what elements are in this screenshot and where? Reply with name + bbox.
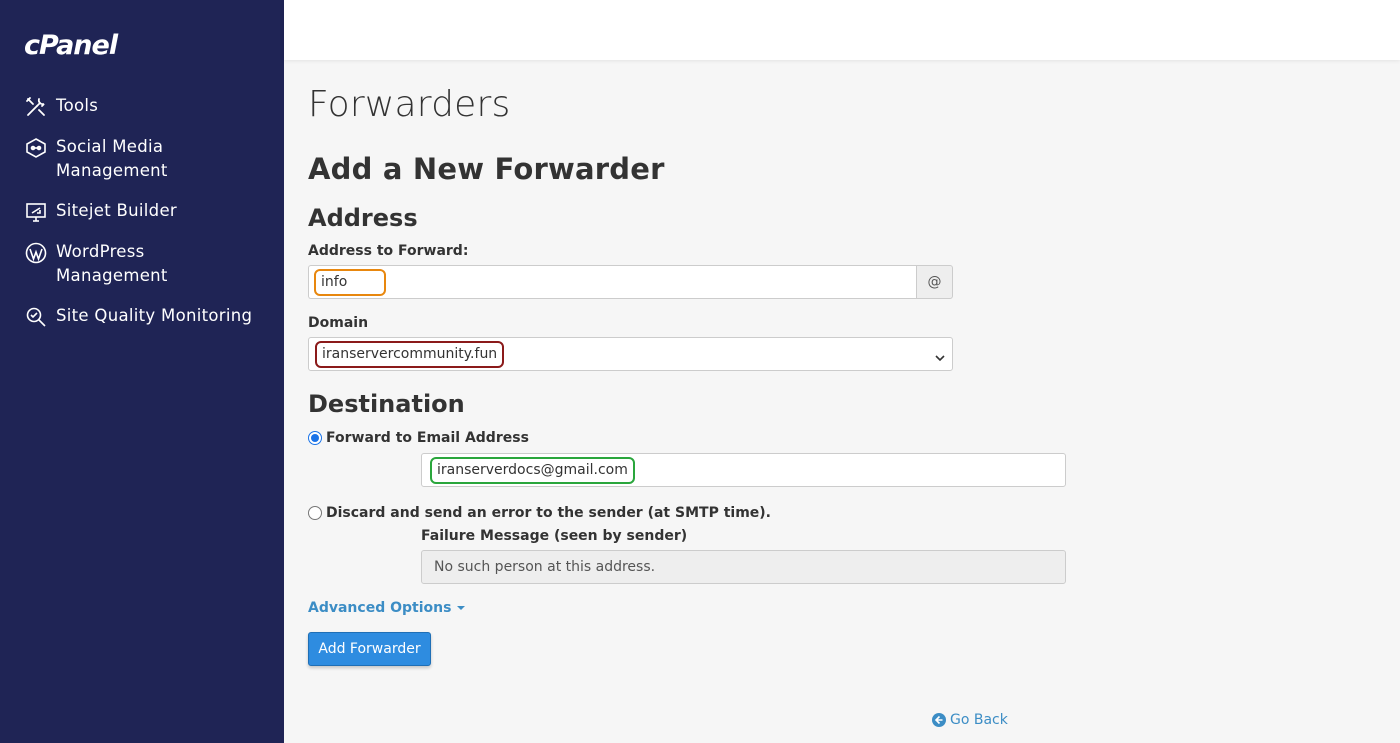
sidebar-item-wordpress[interactable]: WordPress Management xyxy=(0,240,284,288)
address-label: Address to Forward: xyxy=(308,243,469,259)
chevron-down-icon xyxy=(934,349,946,362)
page-title: Forwarders xyxy=(308,84,511,125)
address-input[interactable]: info xyxy=(308,265,916,299)
sidebar-item-sitejet[interactable]: Sitejet Builder xyxy=(0,199,284,224)
top-bar xyxy=(284,0,1400,60)
address-value: info xyxy=(314,269,386,296)
sidebar-item-label: Tools xyxy=(56,96,99,115)
forward-label[interactable]: Forward to Email Address xyxy=(326,430,529,446)
sidebar-nav: Tools Social Media Management Sitejet Bui… xyxy=(0,94,284,345)
sidebar-item-tools[interactable]: Tools xyxy=(0,94,284,119)
sidebar-item-site-quality[interactable]: Site Quality Monitoring xyxy=(0,304,284,329)
address-heading: Address xyxy=(308,204,418,232)
forward-email-value: iranserverdocs@gmail.com xyxy=(430,457,635,484)
forward-email-input[interactable]: iranserverdocs@gmail.com xyxy=(421,453,1066,487)
sidebar-item-social-media[interactable]: Social Media Management xyxy=(0,135,284,183)
failure-message-value: No such person at this address. xyxy=(434,559,656,575)
sidebar-item-label: Sitejet Builder xyxy=(56,201,177,220)
social-media-icon xyxy=(24,136,48,160)
wordpress-icon xyxy=(24,241,48,265)
discard-radio[interactable] xyxy=(308,506,322,520)
advanced-options-label: Advanced Options xyxy=(308,600,452,616)
section-title: Add a New Forwarder xyxy=(308,152,665,186)
sidebar-item-label-line2: Management xyxy=(56,161,168,180)
go-back-link[interactable]: Go Back xyxy=(932,712,1008,728)
failure-message-label: Failure Message (seen by sender) xyxy=(421,528,688,544)
add-forwarder-button[interactable]: Add Forwarder xyxy=(308,632,431,666)
go-back-label: Go Back xyxy=(950,712,1008,728)
advanced-options-toggle[interactable]: Advanced Options xyxy=(308,600,466,616)
sidebar-item-label-line1: Social Media xyxy=(56,137,164,156)
arrow-circle-left-icon xyxy=(932,713,946,727)
domain-value: iranservercommunity.fun xyxy=(315,341,505,368)
forward-radio[interactable] xyxy=(308,431,322,445)
tools-icon xyxy=(24,95,48,119)
sitejet-icon xyxy=(24,200,48,224)
destination-heading: Destination xyxy=(308,390,465,418)
sidebar-item-label: Social Media Management xyxy=(56,135,168,183)
sidebar-item-label: Site Quality Monitoring xyxy=(56,306,253,325)
failure-message-input[interactable]: No such person at this address. xyxy=(421,550,1066,584)
site-quality-icon xyxy=(24,305,48,329)
sidebar: cPanel Tools Social Media Management Site… xyxy=(0,0,284,743)
domain-label: Domain xyxy=(308,315,369,331)
at-addon: @ xyxy=(916,265,953,299)
address-input-group: info @ xyxy=(308,265,953,299)
domain-select[interactable]: iranservercommunity.fun xyxy=(308,337,953,371)
caret-down-icon xyxy=(457,606,466,610)
discard-label[interactable]: Discard and send an error to the sender … xyxy=(326,505,771,521)
cpanel-logo[interactable]: cPanel xyxy=(24,30,118,61)
sidebar-item-label: WordPress Management xyxy=(56,242,168,285)
